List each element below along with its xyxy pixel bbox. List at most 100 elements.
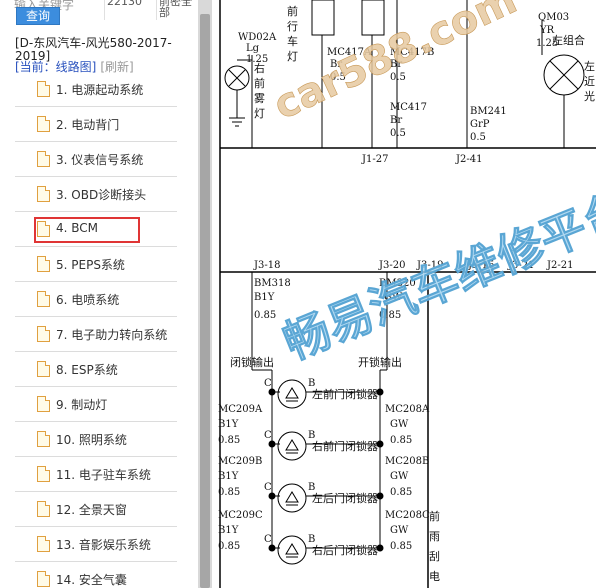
wire-mc417: MC417 bbox=[390, 102, 427, 113]
pin-c-label: C bbox=[264, 482, 272, 493]
menu-item[interactable]: 14. 安全气囊 bbox=[15, 562, 177, 588]
wiring-diagram-svg: WD02A Lg 1.25 MC417A Br 0.5 MC417B Br 0.… bbox=[218, 0, 596, 588]
search-bar: 输入关键字 查询 22130 前密全部 bbox=[0, 0, 198, 25]
menu-item[interactable]: 3. OBD诊断接头 bbox=[15, 177, 177, 212]
menu-item-label: 11. 电子驻车系统 bbox=[56, 468, 151, 482]
connector-j1-27: J1-27 bbox=[361, 154, 388, 165]
wire-mc209a-color: B1Y bbox=[218, 419, 239, 430]
label-unlock-output: 开锁输出 bbox=[358, 355, 402, 369]
wire-bm241-size: 0.5 bbox=[470, 132, 486, 143]
lock-name: 右后门闭锁器 bbox=[312, 543, 378, 557]
menu-item-label: 10. 照明系统 bbox=[56, 433, 127, 447]
wire-qm03: QM03 bbox=[538, 12, 569, 23]
label-front-running-light: 前 bbox=[287, 4, 298, 18]
menu-item[interactable]: 9. 制动灯 bbox=[15, 387, 177, 422]
menu-item[interactable]: 1. 电源起动系统 bbox=[15, 72, 177, 107]
svg-text:前: 前 bbox=[254, 76, 265, 90]
system-menu: 1. 电源起动系统 2. 电动背门 3. 仪表信号系统 3. OBD诊断接头 4. BC… bbox=[15, 72, 177, 588]
svg-text:行: 行 bbox=[287, 20, 298, 33]
wire-mc208a-color: GW bbox=[390, 419, 409, 430]
pin-c-label: C bbox=[264, 378, 272, 389]
wire-mc208a-size: 0.85 bbox=[390, 435, 412, 446]
document-icon bbox=[37, 256, 50, 272]
wire-mc209a-size: 0.85 bbox=[218, 435, 240, 446]
wire-mc417-size: 0.5 bbox=[390, 128, 406, 139]
left-panel: 输入关键字 查询 22130 前密全部 [D-东风汽车-风光580-2017-2… bbox=[0, 0, 198, 588]
watermark-cn: 畅易汽车维修平台 bbox=[276, 182, 596, 370]
search-code-cell: 22130 bbox=[104, 0, 142, 20]
wire-bm318: BM318 bbox=[254, 278, 291, 289]
menu-item-label: 6. 电喷系统 bbox=[56, 293, 120, 307]
wire-bm318-color: B1Y bbox=[254, 292, 275, 303]
connector-j2-41: J2-41 bbox=[455, 154, 482, 165]
pin-c-label: C bbox=[264, 534, 272, 545]
wire-mc208a: MC208A bbox=[385, 404, 430, 415]
wire-mc208c: MC208C bbox=[385, 510, 430, 521]
svg-text:近: 近 bbox=[584, 75, 595, 88]
menu-item-label: 14. 安全气囊 bbox=[56, 573, 127, 587]
svg-text:雨: 雨 bbox=[429, 530, 440, 543]
document-icon bbox=[37, 186, 50, 202]
wire-mc209c-size: 0.85 bbox=[218, 541, 240, 552]
lock-name: 左前门闭锁器 bbox=[312, 387, 378, 401]
menu-item-label: 2. 电动背门 bbox=[56, 118, 120, 132]
document-icon bbox=[37, 326, 50, 342]
wire-bm318-size: 0.85 bbox=[254, 310, 276, 321]
wire-wd02a: WD02A bbox=[238, 32, 277, 43]
label-right-fog-1: 右 bbox=[254, 61, 265, 75]
menu-item[interactable]: 12. 全景天窗 bbox=[15, 492, 177, 527]
menu-item-label: 12. 全景天窗 bbox=[56, 503, 127, 517]
wire-mc209b-color: B1Y bbox=[218, 471, 239, 482]
menu-item[interactable]: 4. BCM bbox=[15, 212, 177, 247]
svg-text:灯: 灯 bbox=[287, 50, 298, 63]
document-icon bbox=[37, 571, 50, 587]
document-icon bbox=[37, 501, 50, 517]
wire-mc208c-color: GW bbox=[390, 525, 409, 536]
search-part-cell: 前密全部 bbox=[156, 0, 198, 20]
wire-mc208b-size: 0.85 bbox=[390, 487, 412, 498]
door-lock-actuator: C B左前门闭锁器 bbox=[264, 378, 384, 409]
query-button[interactable]: 查询 bbox=[16, 7, 60, 25]
menu-item-label: 1. 电源起动系统 bbox=[56, 83, 144, 97]
scrollbar-thumb[interactable] bbox=[200, 14, 210, 588]
menu-item[interactable]: 13. 音影娱乐系统 bbox=[15, 527, 177, 562]
menu-item-label: 3. 仪表信号系统 bbox=[56, 153, 144, 167]
document-icon bbox=[37, 81, 50, 97]
svg-text:灯: 灯 bbox=[254, 107, 265, 120]
svg-text:车: 车 bbox=[287, 34, 298, 48]
door-lock-actuator: C B右后门闭锁器 bbox=[264, 534, 384, 565]
menu-item[interactable]: 6. 电喷系统 bbox=[15, 282, 177, 317]
svg-text:光: 光 bbox=[584, 89, 595, 103]
menu-item[interactable]: 8. ESP系统 bbox=[15, 352, 177, 387]
menu-item[interactable]: 2. 电动背门 bbox=[15, 107, 177, 142]
menu-item-label: 13. 音影娱乐系统 bbox=[56, 538, 151, 552]
menu-item[interactable]: 5. PEPS系统 bbox=[15, 247, 177, 282]
door-lock-actuator: C B左后门闭锁器 bbox=[264, 482, 384, 513]
menu-item[interactable]: 10. 照明系统 bbox=[15, 422, 177, 457]
wire-mc208b-color: GW bbox=[390, 471, 409, 482]
label-left-near: 左 bbox=[584, 60, 595, 73]
wiring-diagram: WD02A Lg 1.25 MC417A Br 0.5 MC417B Br 0.… bbox=[212, 0, 596, 588]
menu-item[interactable]: 7. 电子助力转向系统 bbox=[15, 317, 177, 352]
door-lock-actuator: C B右前门闭锁器 bbox=[264, 430, 384, 461]
document-icon bbox=[37, 431, 50, 447]
menu-item[interactable]: 11. 电子驻车系统 bbox=[15, 457, 177, 492]
wire-wd02a-color: Lg bbox=[246, 43, 260, 54]
wire-bm241: BM241 bbox=[470, 106, 507, 117]
document-icon bbox=[37, 466, 50, 482]
pin-c-label: C bbox=[264, 430, 272, 441]
svg-text:电: 电 bbox=[429, 570, 440, 583]
document-icon bbox=[37, 116, 50, 132]
menu-item-label: 7. 电子助力转向系统 bbox=[56, 328, 168, 342]
svg-text:刮: 刮 bbox=[429, 549, 440, 563]
document-icon bbox=[37, 291, 50, 307]
menu-item[interactable]: 3. 仪表信号系统 bbox=[15, 142, 177, 177]
wire-mc417-color: Br bbox=[390, 115, 402, 126]
wire-bm241-color: GrP bbox=[470, 119, 490, 130]
wire-mc209a: MC209A bbox=[218, 404, 263, 415]
selection-highlight bbox=[34, 217, 140, 243]
connector-j3-18: J3-18 bbox=[253, 260, 280, 271]
wire-mc208b: MC208B bbox=[385, 456, 429, 467]
menu-item-label: 9. 制动灯 bbox=[56, 398, 108, 412]
wire-mc209b: MC209B bbox=[218, 456, 262, 467]
